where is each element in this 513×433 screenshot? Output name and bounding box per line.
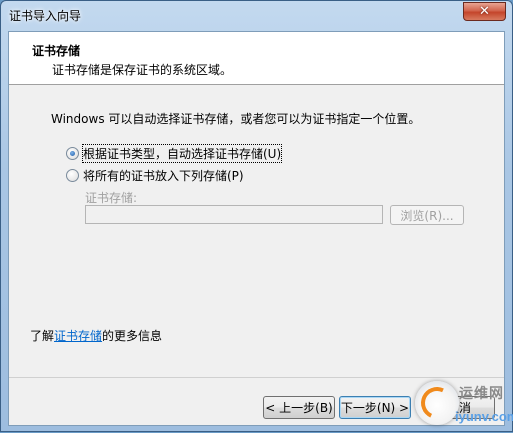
learn-more-text: 了解证书存储的更多信息 <box>30 327 162 344</box>
store-field-label: 证书存储: <box>85 191 138 205</box>
description-text: Windows 可以自动选择证书存储，或者您可以为证书指定一个位置。 <box>51 112 421 126</box>
back-button[interactable]: < 上一步(B) <box>263 396 335 419</box>
radio-auto-select-button[interactable] <box>66 147 79 160</box>
radio-manual-store-label[interactable]: 将所有的证书放入下列存储(P) <box>83 167 244 184</box>
close-icon: ✕ <box>479 4 490 19</box>
learn-more-prefix: 了解 <box>30 329 55 343</box>
browse-button[interactable]: 浏览(R)... <box>390 205 464 225</box>
learn-more-suffix: 的更多信息 <box>102 329 163 343</box>
close-button[interactable]: ✕ <box>463 2 506 21</box>
page-subtitle: 证书存储是保存证书的系统区域。 <box>52 63 233 77</box>
radio-manual-store[interactable]: 将所有的证书放入下列存储(P) <box>66 167 244 184</box>
footer-divider <box>9 377 504 378</box>
title-bar[interactable]: 证书导入向导 ✕ <box>1 1 512 29</box>
watermark-url: iyunv.com <box>455 409 513 424</box>
next-button[interactable]: 下一步(N) > <box>339 396 411 419</box>
learn-more-link[interactable]: 证书存储 <box>54 329 102 343</box>
wizard-header: 证书存储 证书存储是保存证书的系统区域。 <box>9 32 504 85</box>
window-title: 证书导入向导 <box>9 9 82 23</box>
watermark: 运维网 iyunv.com <box>413 379 513 433</box>
watermark-text: 运维网 <box>459 386 504 402</box>
page-title: 证书存储 <box>32 44 81 58</box>
radio-auto-select[interactable]: 根据证书类型，自动选择证书存储(U) <box>66 144 283 163</box>
radio-auto-select-label[interactable]: 根据证书类型，自动选择证书存储(U) <box>81 144 283 163</box>
radio-manual-store-button[interactable] <box>66 169 79 182</box>
store-input[interactable] <box>85 205 383 224</box>
wizard-window: 证书导入向导 ✕ 证书存储 证书存储是保存证书的系统区域。 Windows 可以… <box>0 0 513 432</box>
wizard-body: 证书存储 证书存储是保存证书的系统区域。 Windows 可以自动选择证书存储，… <box>8 31 505 426</box>
